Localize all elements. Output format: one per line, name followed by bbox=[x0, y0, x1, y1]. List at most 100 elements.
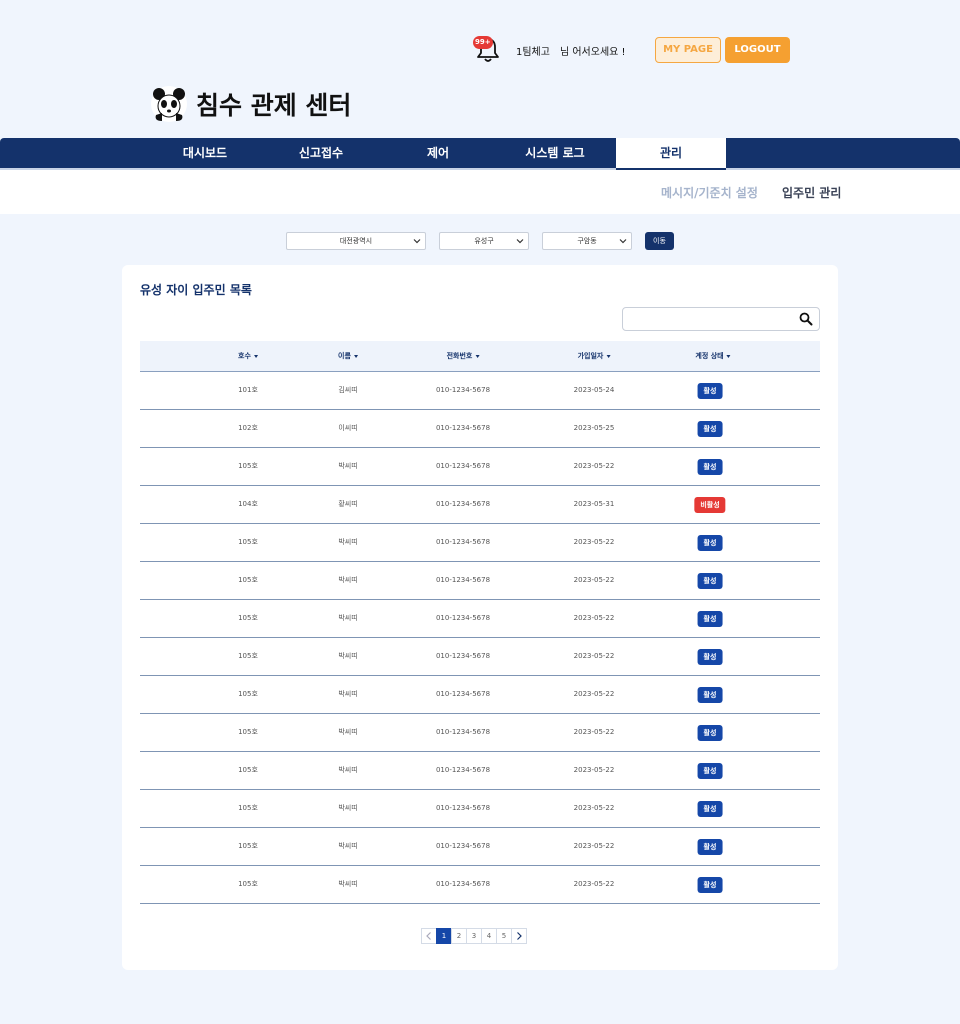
page-4-button[interactable]: 4 bbox=[481, 928, 497, 944]
chevron-right-icon bbox=[517, 932, 522, 940]
cell-name: 이씨띠 bbox=[338, 424, 358, 432]
search-input[interactable] bbox=[629, 311, 789, 327]
next-page-button[interactable] bbox=[511, 928, 527, 944]
table-row[interactable]: 104호 황씨띠 010-1234-5678 2023-05-31 비활성 bbox=[140, 486, 820, 524]
cell-joined: 2023-05-22 bbox=[573, 880, 615, 888]
notification-badge: 99+ bbox=[473, 36, 493, 49]
nav-item-system-log[interactable]: 시스템 로그 bbox=[505, 138, 605, 168]
cell-name: 김씨띠 bbox=[338, 386, 358, 394]
subnav-resident-management[interactable]: 입주민 관리 bbox=[782, 184, 841, 201]
table-row[interactable]: 105호 박씨띠 010-1234-5678 2023-05-22 활성 bbox=[140, 524, 820, 562]
status-badge[interactable]: 활성 bbox=[697, 383, 723, 399]
status-badge[interactable]: 활성 bbox=[697, 421, 723, 437]
cell-phone: 010-1234-5678 bbox=[435, 614, 491, 622]
resident-list-card: 유성 자이 입주민 목록 호수 이름 전화번호 가입일자 계정 상태 101호 김… bbox=[122, 265, 838, 970]
cell-phone: 010-1234-5678 bbox=[435, 500, 491, 508]
page-2-button[interactable]: 2 bbox=[451, 928, 467, 944]
table-row[interactable]: 105호 박씨띠 010-1234-5678 2023-05-22 활성 bbox=[140, 638, 820, 676]
table-body: 101호 김씨띠 010-1234-5678 2023-05-24 활성 102호 이씨띠 0… bbox=[140, 372, 820, 904]
status-badge[interactable]: 비활성 bbox=[694, 497, 726, 513]
cell-unit: 105호 bbox=[238, 652, 258, 660]
table-row[interactable]: 105호 박씨띠 010-1234-5678 2023-05-22 활성 bbox=[140, 714, 820, 752]
cell-phone: 010-1234-5678 bbox=[435, 766, 491, 774]
panda-logo-icon bbox=[151, 86, 187, 122]
table-header: 호수 이름 전화번호 가입일자 계정 상태 bbox=[140, 341, 820, 372]
cell-phone: 010-1234-5678 bbox=[435, 424, 491, 432]
cell-joined: 2023-05-22 bbox=[573, 804, 615, 812]
status-badge[interactable]: 활성 bbox=[697, 687, 723, 703]
sub-nav: 메시지/기준치 설정 입주민 관리 bbox=[0, 170, 960, 214]
table-row[interactable]: 105호 박씨띠 010-1234-5678 2023-05-22 활성 bbox=[140, 448, 820, 486]
column-header-name[interactable]: 이름 bbox=[338, 341, 358, 371]
cell-joined: 2023-05-22 bbox=[573, 690, 615, 698]
cell-unit: 104호 bbox=[238, 500, 258, 508]
chevron-down-icon bbox=[619, 239, 627, 244]
nav-item-management[interactable]: 관리 bbox=[616, 138, 726, 170]
status-badge[interactable]: 활성 bbox=[697, 801, 723, 817]
table-row[interactable]: 102호 이씨띠 010-1234-5678 2023-05-25 활성 bbox=[140, 410, 820, 448]
district-select[interactable]: 유성구 bbox=[439, 232, 529, 250]
cell-joined: 2023-05-22 bbox=[573, 728, 615, 736]
dong-select[interactable]: 구암동 bbox=[542, 232, 632, 250]
nav-item-dashboard[interactable]: 대시보드 bbox=[155, 138, 255, 168]
sort-caret-icon bbox=[726, 354, 731, 358]
table-row[interactable]: 105호 박씨띠 010-1234-5678 2023-05-22 활성 bbox=[140, 676, 820, 714]
chevron-left-icon bbox=[426, 932, 431, 940]
cell-unit: 105호 bbox=[238, 766, 258, 774]
sort-caret-icon bbox=[606, 354, 611, 358]
dong-select-value: 구암동 bbox=[577, 237, 597, 245]
table-row[interactable]: 105호 박씨띠 010-1234-5678 2023-05-22 활성 bbox=[140, 752, 820, 790]
table-row[interactable]: 105호 박씨띠 010-1234-5678 2023-05-22 활성 bbox=[140, 790, 820, 828]
cell-name: 박씨띠 bbox=[338, 652, 358, 660]
cell-unit: 105호 bbox=[238, 690, 258, 698]
cell-phone: 010-1234-5678 bbox=[435, 386, 491, 394]
status-badge[interactable]: 활성 bbox=[697, 725, 723, 741]
mypage-button[interactable]: MY PAGE bbox=[655, 37, 721, 63]
status-badge[interactable]: 활성 bbox=[697, 459, 723, 475]
city-select[interactable]: 대전광역시 bbox=[286, 232, 426, 250]
city-select-value: 대전광역시 bbox=[339, 237, 373, 245]
status-badge[interactable]: 활성 bbox=[697, 573, 723, 589]
prev-page-button[interactable] bbox=[421, 928, 437, 944]
status-badge[interactable]: 활성 bbox=[697, 611, 723, 627]
district-select-value: 유성구 bbox=[474, 237, 494, 245]
status-badge[interactable]: 활성 bbox=[697, 763, 723, 779]
search-box bbox=[622, 307, 820, 331]
move-button[interactable]: 이동 bbox=[645, 232, 674, 250]
status-badge[interactable]: 활성 bbox=[697, 877, 723, 893]
cell-phone: 010-1234-5678 bbox=[435, 880, 491, 888]
cell-unit: 105호 bbox=[238, 538, 258, 546]
status-badge[interactable]: 활성 bbox=[697, 535, 723, 551]
cell-joined: 2023-05-22 bbox=[573, 614, 615, 622]
sort-caret-icon bbox=[253, 354, 258, 358]
cell-phone: 010-1234-5678 bbox=[435, 804, 491, 812]
table-row[interactable]: 105호 박씨띠 010-1234-5678 2023-05-22 활성 bbox=[140, 828, 820, 866]
main-nav: 대시보드 신고접수 제어 시스템 로그 관리 bbox=[0, 138, 960, 170]
column-header-phone[interactable]: 전화번호 bbox=[447, 341, 480, 371]
nav-item-report[interactable]: 신고접수 bbox=[271, 138, 371, 168]
status-badge[interactable]: 활성 bbox=[697, 649, 723, 665]
subnav-message-settings[interactable]: 메시지/기준치 설정 bbox=[661, 184, 758, 201]
table-row[interactable]: 101호 김씨띠 010-1234-5678 2023-05-24 활성 bbox=[140, 372, 820, 410]
table-row[interactable]: 105호 박씨띠 010-1234-5678 2023-05-22 활성 bbox=[140, 600, 820, 638]
page-3-button[interactable]: 3 bbox=[466, 928, 482, 944]
column-header-joined[interactable]: 가입일자 bbox=[578, 341, 611, 371]
table-row[interactable]: 105호 박씨띠 010-1234-5678 2023-05-22 활성 bbox=[140, 866, 820, 904]
page-5-button[interactable]: 5 bbox=[496, 928, 512, 944]
cell-unit: 105호 bbox=[238, 614, 258, 622]
status-badge[interactable]: 활성 bbox=[697, 839, 723, 855]
table-row[interactable]: 105호 박씨띠 010-1234-5678 2023-05-22 활성 bbox=[140, 562, 820, 600]
cell-name: 박씨띠 bbox=[338, 462, 358, 470]
cell-unit: 105호 bbox=[238, 728, 258, 736]
search-icon[interactable] bbox=[799, 312, 813, 326]
cell-name: 박씨띠 bbox=[338, 880, 358, 888]
cell-joined: 2023-05-24 bbox=[573, 386, 615, 394]
page-1-button[interactable]: 1 bbox=[436, 928, 452, 944]
logout-button[interactable]: LOGOUT bbox=[725, 37, 790, 63]
cell-name: 박씨띠 bbox=[338, 538, 358, 546]
cell-joined: 2023-05-22 bbox=[573, 538, 615, 546]
nav-item-control[interactable]: 제어 bbox=[388, 138, 488, 168]
column-header-status[interactable]: 계정 상태 bbox=[695, 341, 731, 371]
cell-name: 박씨띠 bbox=[338, 842, 358, 850]
column-header-unit[interactable]: 호수 bbox=[238, 341, 258, 371]
